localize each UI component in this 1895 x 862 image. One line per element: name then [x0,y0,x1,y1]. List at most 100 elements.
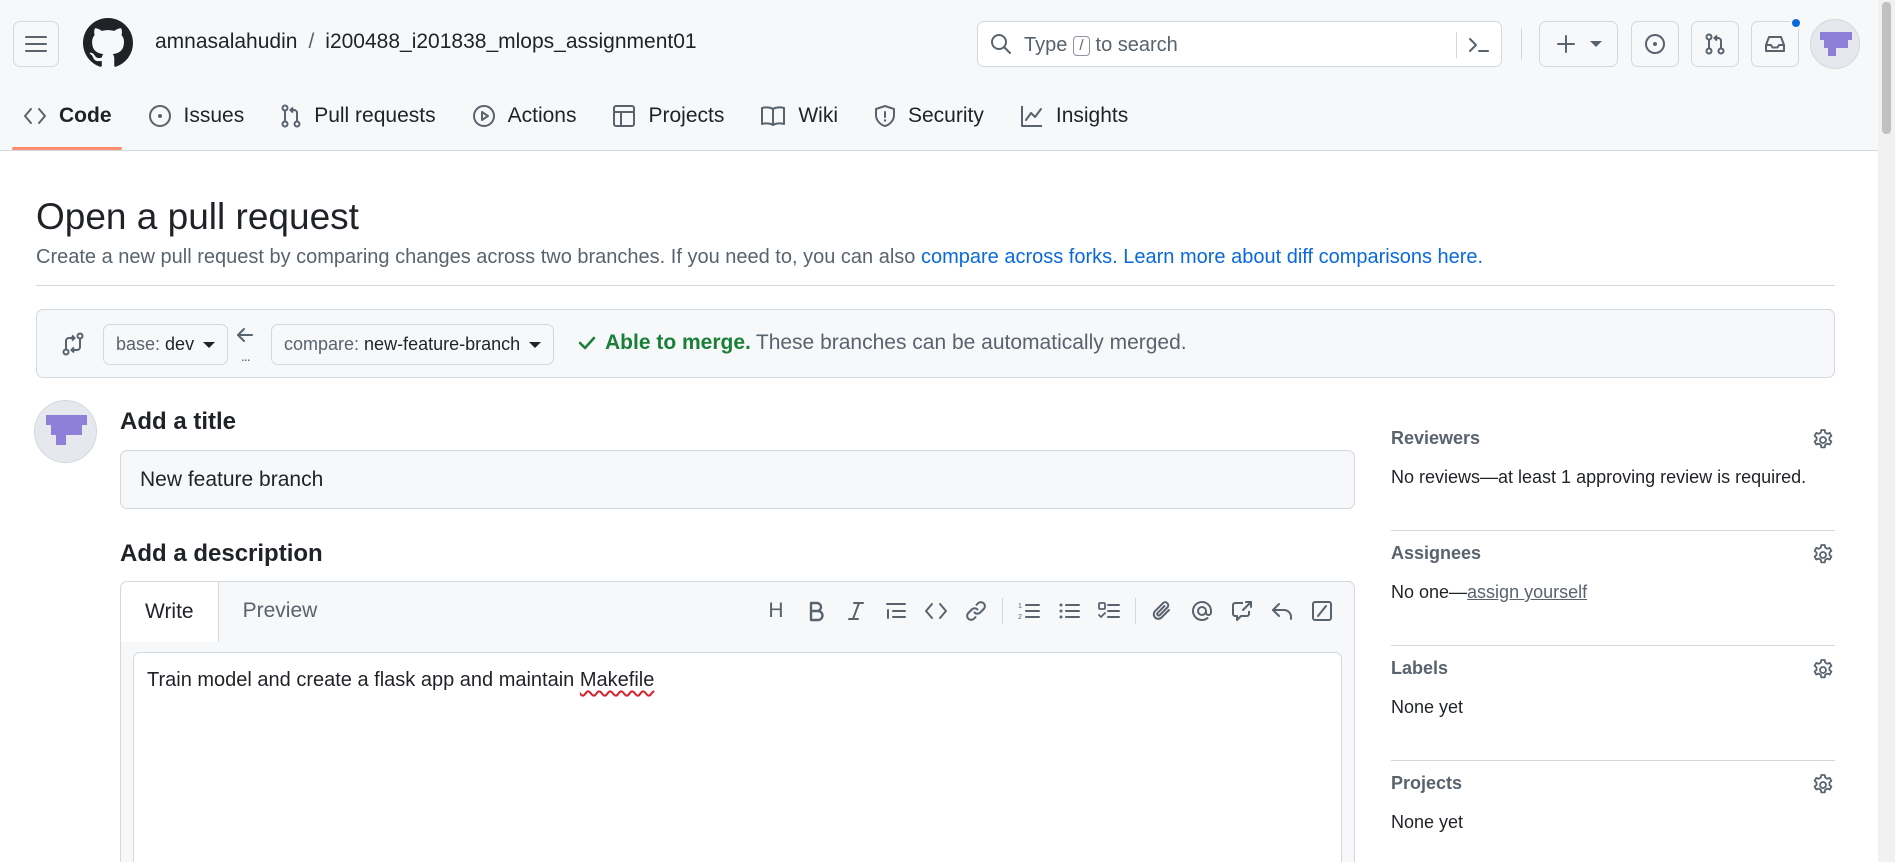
toolbar-divider [1002,598,1003,624]
merge-status: Able to merge. These branches can be aut… [577,331,1187,355]
description-heading: Add a description [120,540,323,567]
assign-yourself-link[interactable]: assign yourself [1467,582,1587,602]
gear-icon[interactable] [1811,428,1835,452]
repo-owner-link[interactable]: amnasalahudin [155,30,297,53]
slash-commands-button[interactable] [1302,594,1342,628]
list-ordered-icon: 12 [1018,603,1040,621]
your-pull-requests-button[interactable] [1691,21,1739,67]
reviewers-value: No reviews—at least 1 approving review i… [1391,467,1807,487]
bullet-list-button[interactable] [1049,594,1089,628]
notification-indicator [1790,17,1802,29]
bold-icon [809,601,824,622]
link-button[interactable] [956,594,996,628]
code-button[interactable] [916,594,956,628]
task-list-button[interactable] [1089,594,1129,628]
hamburger-icon [25,36,47,52]
tab-label: Wiki [798,104,838,127]
svg-text:1: 1 [1018,603,1022,610]
search-input[interactable]: Type / to search [977,21,1502,67]
page-title: Open a pull request [36,196,359,237]
plus-icon [1556,35,1575,53]
mention-button[interactable] [1182,594,1222,628]
search-divider [1456,32,1457,58]
merge-status-message: These branches can be automatically merg… [755,331,1187,354]
tab-code[interactable]: Code [12,96,123,136]
tab-insights[interactable]: Insights [1009,96,1139,136]
command-palette-icon[interactable] [1467,33,1491,57]
menu-button[interactable] [13,21,59,67]
identicon-avatar [1820,32,1852,56]
book-icon [761,106,786,126]
base-branch-select[interactable]: base: dev [103,324,229,365]
quote-icon [886,603,906,619]
graph-icon [1020,106,1042,127]
branch-compare-bar: base: dev ... compare: new-feature-branc… [36,309,1835,378]
your-issues-button[interactable] [1631,21,1679,67]
github-logo-icon[interactable] [83,18,133,68]
gear-icon[interactable] [1811,658,1835,682]
heading-button[interactable]: H [756,594,796,628]
issue-opened-icon [148,105,171,127]
tab-label: Issues [183,104,245,127]
tab-actions[interactable]: Actions [461,96,588,136]
bold-button[interactable] [796,594,836,628]
projects-heading[interactable]: Projects [1391,773,1462,794]
italic-button[interactable] [836,594,876,628]
tab-write[interactable]: Write [121,582,219,642]
attach-button[interactable] [1142,594,1182,628]
numbered-list-button[interactable]: 12 [1009,594,1049,628]
scrollbar-thumb[interactable] [1882,2,1891,134]
author-avatar [34,400,97,463]
table-icon [613,105,636,127]
labels-heading[interactable]: Labels [1391,658,1448,679]
svg-text:2: 2 [1018,614,1022,621]
breadcrumb-separator: / [308,30,315,53]
quote-button[interactable] [876,594,916,628]
search-suffix: to search [1095,34,1178,56]
tab-security[interactable]: Security [863,96,995,136]
pr-title-input[interactable]: New feature branch [120,450,1355,509]
reply-icon [1272,603,1292,620]
tab-pull-requests[interactable]: Pull requests [269,96,446,136]
git-compare-icon [62,332,84,356]
breadcrumb: amnasalahudin / i200488_i201838_mlops_assi… [155,30,697,54]
subtitle-text: Create a new pull request by comparing c… [36,246,916,268]
learn-diff-link[interactable]: Learn more about diff comparisons here. [1123,246,1483,268]
create-new-button[interactable] [1539,21,1618,67]
app-header: amnasalahudin / i200488_i201838_mlops_assi… [0,0,1895,151]
cross-reference-button[interactable] [1222,594,1262,628]
caret-down-icon [529,341,542,348]
tab-wiki[interactable]: Wiki [749,96,849,136]
paperclip-icon [1152,601,1170,620]
chevron-down-icon [1589,41,1602,47]
repo-name-link[interactable]: i200488_i201838_mlops_assignment01 [325,30,696,53]
assignees-section: Assignees No one—assign yourself [1391,531,1835,646]
description-textarea[interactable]: Train model and create a flask app and m… [133,652,1342,862]
assignees-heading[interactable]: Assignees [1391,543,1481,564]
tab-projects[interactable]: Projects [601,96,735,136]
inbox-icon [1765,36,1785,52]
projects-value: None yet [1391,812,1464,832]
divider [36,285,1835,286]
toolbar-divider [1135,598,1136,624]
reviewers-heading[interactable]: Reviewers [1391,428,1480,449]
saved-reply-button[interactable] [1262,594,1302,628]
tab-preview[interactable]: Preview [219,582,342,640]
compare-forks-link[interactable]: compare across forks. [921,246,1118,268]
compare-branch-select[interactable]: compare: new-feature-branch [271,324,555,365]
tasklist-icon [1098,602,1120,618]
user-avatar[interactable] [1810,19,1860,69]
code-icon [925,603,947,619]
identicon-avatar [46,415,87,445]
gear-icon[interactable] [1811,543,1835,567]
description-editor: Write Preview H 12 Train model and creat… [120,581,1355,862]
tab-issues[interactable]: Issues [137,96,256,136]
list-unordered-icon [1059,603,1080,619]
caret-down-icon [203,341,216,348]
cross-reference-icon [1232,601,1252,621]
projects-section: Projects None yet [1391,761,1835,862]
reviewers-section: Reviewers No reviews—at least 1 approvin… [1391,416,1835,531]
gear-icon[interactable] [1811,773,1835,797]
git-pull-request-icon [1705,33,1725,55]
merge-status-ok: Able to merge. [605,331,751,354]
